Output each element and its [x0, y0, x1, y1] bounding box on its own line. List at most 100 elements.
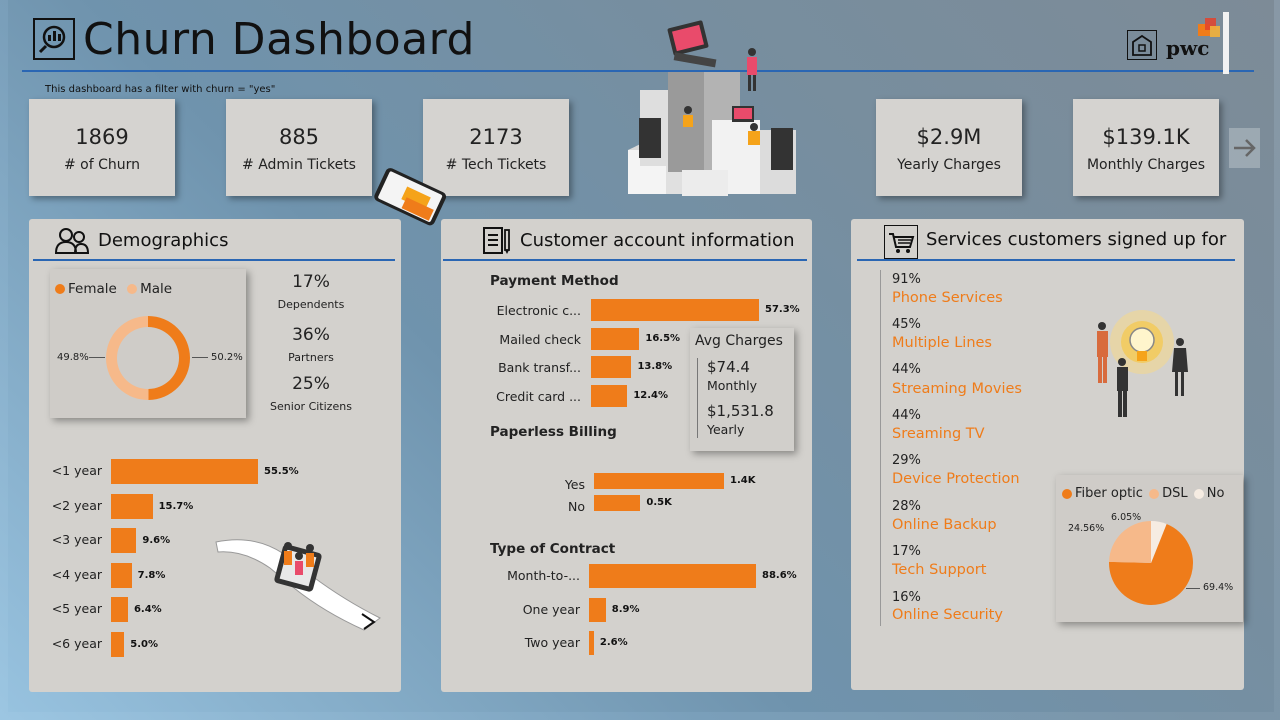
gender-right-label: 50.2% — [211, 352, 243, 363]
male-legend-dot — [127, 284, 138, 294]
arrow-right-icon — [1234, 139, 1256, 157]
bar-category-label: Month-to-... — [507, 568, 580, 583]
bar-category-label: <2 year — [51, 497, 102, 513]
bar-category-label: <5 year — [51, 601, 102, 617]
internet-legend: Fiber optic DSL No — [1062, 486, 1224, 501]
legend-dsl: DSL — [1162, 486, 1188, 501]
pie-label-dsl: 24.56% — [1068, 523, 1105, 534]
kpi-label: Yearly Charges — [897, 157, 1001, 173]
dashboard-page: Churn Dashboard This dashboard has a fil… — [0, 0, 1280, 720]
female-legend-dot — [55, 284, 65, 294]
pwc-logo-mark — [1198, 18, 1220, 38]
service-name: Sreaming TV — [892, 426, 985, 442]
service-name: Online Backup — [892, 517, 997, 533]
service-pct: 29% — [892, 453, 921, 468]
legend-fiber: Fiber optic — [1075, 486, 1143, 501]
bar-category-label: One year — [522, 601, 580, 617]
bar-value-label: 5.0% — [130, 639, 158, 650]
bar — [111, 597, 128, 623]
bar — [594, 473, 724, 489]
fiber-legend-dot — [1062, 488, 1072, 499]
bar-value-label: 13.8% — [637, 361, 673, 372]
gender-left-label: 49.8% — [57, 352, 89, 363]
bar — [591, 384, 628, 407]
services-list-rule — [880, 270, 881, 626]
stat-label: Partners — [288, 351, 334, 364]
service-pct: 45% — [892, 317, 921, 332]
bar-value-label: 57.3% — [765, 304, 800, 315]
bar-value-label: 88.6% — [762, 570, 797, 581]
kpi-yearly-charges-card: $2.9M Yearly Charges — [876, 99, 1022, 196]
bar-value-label: 6.4% — [133, 604, 162, 616]
service-pct: 16% — [892, 590, 921, 605]
pie-slice-dsl — [1109, 521, 1151, 563]
legend-no: No — [1206, 486, 1225, 501]
demographics-divider — [33, 259, 395, 261]
kpi-value: 885 — [278, 125, 320, 149]
bar-category-label: <4 year — [51, 566, 102, 582]
gender-legend: Female Male — [55, 281, 172, 297]
bar-category-label: Credit card ... — [496, 388, 581, 404]
service-pct: 91% — [892, 272, 921, 287]
no-legend-dot — [1193, 488, 1204, 499]
kpi-monthly-charges-card: $139.1K Monthly Charges — [1073, 99, 1219, 196]
gender-left-leader — [89, 357, 105, 358]
paperless-billing-title: Paperless Billing — [490, 424, 617, 440]
dependents-stat: 17% Dependents — [265, 272, 357, 311]
bar-category-label: <6 year — [51, 636, 102, 651]
services-divider — [857, 259, 1235, 261]
bar — [594, 494, 641, 511]
senior-citizens-stat: 25% Senior Citizens — [265, 374, 357, 413]
kpi-value: 2173 — [469, 125, 523, 149]
bar — [111, 632, 125, 657]
bar — [589, 564, 756, 588]
legend-male: Male — [140, 281, 173, 297]
stat-label: Senior Citizens — [270, 400, 352, 413]
bar-value-label: 0.5K — [646, 496, 672, 508]
service-name: Phone Services — [892, 290, 1003, 306]
avg-monthly-label: Monthly — [707, 378, 758, 393]
donut-slice-female — [148, 316, 191, 400]
service-name: Tech Support — [892, 562, 987, 578]
avg-monthly-value: $74.4 — [707, 358, 750, 376]
office-illustration — [626, 20, 806, 196]
avg-yearly-value: $1,531.8 — [707, 402, 774, 420]
stat-value: 17% — [292, 272, 330, 292]
bar — [111, 459, 258, 484]
avg-charges-rule — [697, 358, 698, 438]
dashboard-logo-icon — [33, 18, 75, 60]
pie-label-fiber: 69.4% — [1203, 582, 1234, 593]
bar-category-label: <3 year — [51, 532, 102, 548]
stat-value: 25% — [292, 374, 330, 394]
demographics-title: Demographics — [98, 230, 229, 251]
bar — [111, 528, 137, 554]
bar-value-label: 8.9% — [611, 603, 640, 615]
pie-label-no: 6.05% — [1111, 512, 1142, 523]
kpi-value: $139.1K — [1102, 125, 1190, 149]
service-pct: 28% — [892, 499, 921, 514]
bar-category-label: Two year — [524, 635, 580, 650]
filter-note: This dashboard has a filter with churn =… — [45, 84, 276, 95]
account-panel — [441, 219, 812, 692]
page-title: Churn Dashboard — [83, 14, 475, 65]
bar-value-label: 2.6% — [599, 637, 628, 648]
header-accent-bar — [1223, 12, 1229, 74]
bar-category-label: <1 year — [51, 463, 102, 478]
building-icon — [1127, 30, 1157, 60]
lightbulb-team-illustration — [1088, 306, 1198, 420]
stat-value: 36% — [292, 325, 330, 345]
users-icon — [54, 227, 90, 255]
kpi-label: # of Churn — [63, 157, 141, 173]
kpi-churn-card: 1869 # of Churn — [29, 99, 175, 196]
kpi-label: Monthly Charges — [1086, 157, 1206, 173]
account-divider — [443, 259, 807, 261]
service-pct: 44% — [892, 362, 921, 377]
next-page-button[interactable] — [1229, 128, 1260, 168]
bar-value-label: 1.4K — [730, 475, 756, 486]
bar — [589, 597, 606, 622]
legend-female: Female — [68, 281, 117, 297]
service-name: Multiple Lines — [892, 335, 992, 351]
partners-stat: 36% Partners — [265, 325, 357, 364]
pie-fiber-leader — [1186, 588, 1200, 589]
stat-label: Dependents — [277, 298, 345, 311]
